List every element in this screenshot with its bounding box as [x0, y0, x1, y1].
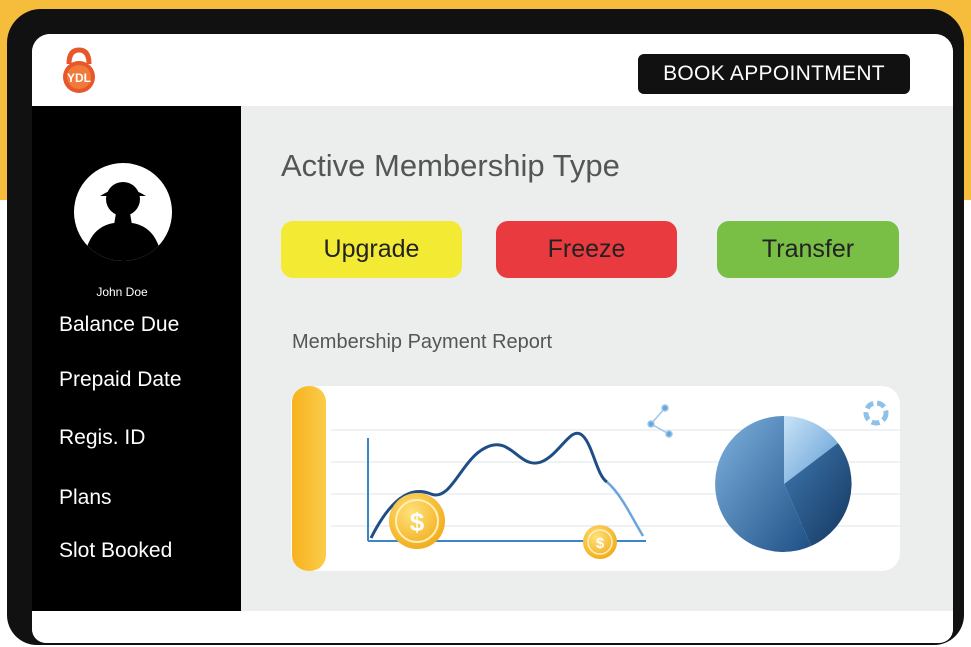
device-frame: YDL BOOK APPOINTMENT John Doe Balance Du… — [7, 9, 964, 645]
top-bar: YDL BOOK APPOINTMENT — [32, 34, 953, 106]
freeze-button[interactable]: Freeze — [496, 221, 677, 278]
report-title: Membership Payment Report — [292, 331, 553, 353]
payment-report-illustration: $ $ — [292, 386, 900, 571]
footer-strip — [32, 611, 953, 643]
trend-line-light — [606, 481, 645, 537]
book-appointment-button[interactable]: BOOK APPOINTMENT — [638, 54, 910, 94]
sidebar-item-regis-id[interactable]: Regis. ID — [59, 426, 145, 450]
pie-chart-icon — [715, 415, 852, 552]
yellow-accent-bar — [292, 386, 326, 571]
sidebar-item-slot-booked[interactable]: Slot Booked — [59, 539, 172, 563]
page-title: Active Membership Type — [281, 148, 620, 183]
user-avatar-icon[interactable] — [74, 163, 172, 261]
payment-report-card: $ $ — [291, 386, 900, 571]
svg-text:$: $ — [410, 507, 425, 537]
sidebar-item-plans[interactable]: Plans — [59, 486, 112, 510]
dollar-coin-large-icon: $ — [389, 493, 445, 549]
main-panel: Active Membership Type Upgrade Freeze Tr… — [241, 106, 953, 611]
svg-text:$: $ — [596, 535, 605, 552]
logo-text: YDL — [67, 71, 91, 85]
app-screen: YDL BOOK APPOINTMENT John Doe Balance Du… — [32, 34, 953, 643]
sidebar: John Doe Balance Due Prepaid Date Regis.… — [32, 106, 241, 611]
loading-ring-icon — [863, 400, 889, 426]
kettlebell-logo-icon[interactable]: YDL — [59, 46, 99, 94]
upgrade-button[interactable]: Upgrade — [281, 221, 462, 278]
sidebar-item-balance-due[interactable]: Balance Due — [59, 313, 179, 337]
transfer-button[interactable]: Transfer — [717, 221, 899, 278]
dollar-coin-small-icon: $ — [583, 525, 617, 559]
user-name: John Doe — [96, 285, 148, 299]
share-icon — [647, 404, 673, 438]
sidebar-item-prepaid-date[interactable]: Prepaid Date — [59, 368, 182, 392]
